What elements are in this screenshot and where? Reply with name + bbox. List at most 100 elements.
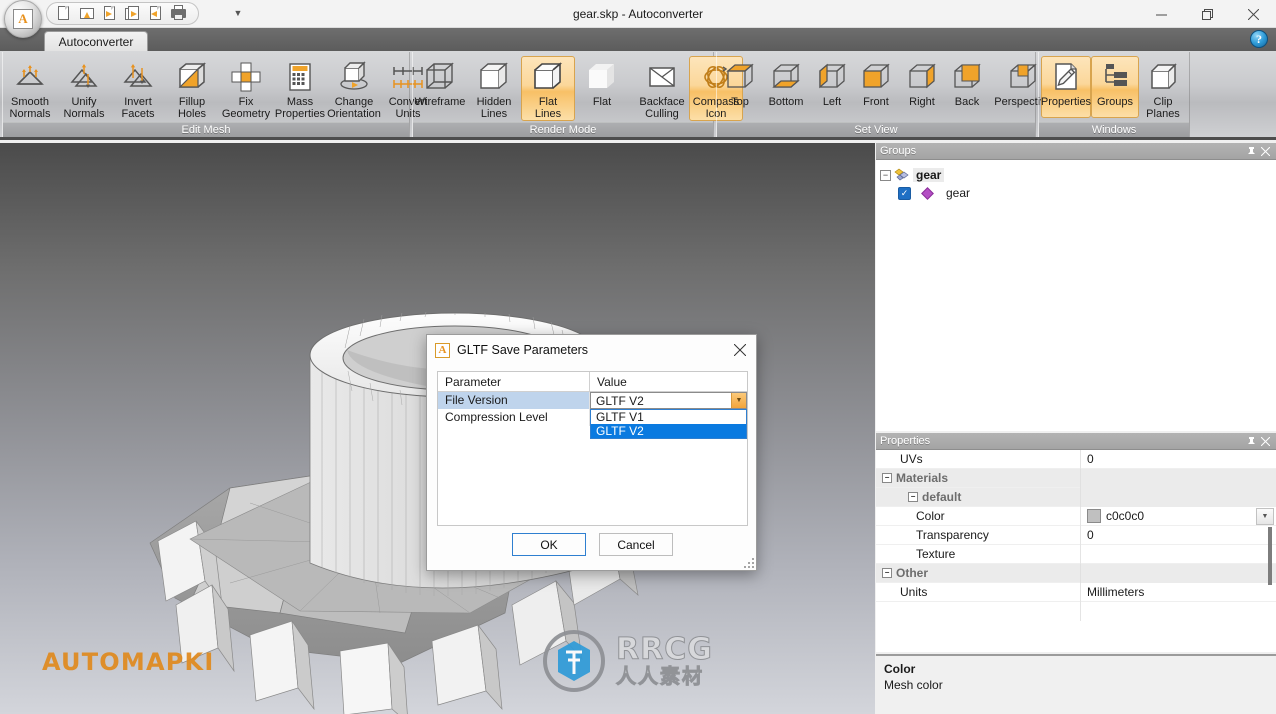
combobox-value: GLTF V2 xyxy=(596,393,644,408)
file-version-combobox[interactable]: GLTF V2 ▼ xyxy=(590,392,747,409)
button-view-front[interactable]: Front xyxy=(853,56,899,118)
button-view-back[interactable]: Back xyxy=(945,56,989,118)
button-invert-facets[interactable]: Invert Facets xyxy=(111,56,165,121)
button-wireframe[interactable]: Wireframe xyxy=(413,56,467,118)
tab-autoconverter[interactable]: Autoconverter xyxy=(44,31,148,51)
multi-document-icon[interactable] xyxy=(124,5,142,22)
button-clip-planes[interactable]: Clip Planes xyxy=(1139,56,1187,121)
printer-icon[interactable] xyxy=(170,5,188,22)
button-label: Fix Geometry xyxy=(221,96,271,120)
tree-node-child[interactable]: ✓ gear xyxy=(880,184,1272,202)
property-name: − default xyxy=(876,487,1081,507)
property-value-cell[interactable]: c0c0c0 ▼ xyxy=(1081,507,1276,526)
button-view-bottom[interactable]: Bottom xyxy=(761,56,811,118)
pin-icon[interactable] xyxy=(1244,144,1258,158)
tree-node-root[interactable]: − gear xyxy=(880,166,1272,184)
view-back-icon xyxy=(950,60,984,94)
properties-grid[interactable]: UVs 0 − Materials − default Color c0c0c0… xyxy=(876,449,1276,621)
invert-facets-icon xyxy=(121,60,155,94)
grid-row-file-version[interactable]: File Version GLTF V2 ▼ GLTF V1 GLTF V2 xyxy=(438,392,747,439)
checkbox-visible[interactable]: ✓ xyxy=(898,186,911,200)
application-menu-button[interactable]: A xyxy=(4,0,42,38)
property-row-units[interactable]: Units Millimeters xyxy=(876,582,1276,602)
right-dock: Groups − gear ✓ gear Properties UVs 0 − … xyxy=(876,143,1276,714)
collapse-icon[interactable]: − xyxy=(908,492,918,502)
maximize-button[interactable] xyxy=(1184,0,1230,28)
button-label: Backface Culling xyxy=(639,96,685,120)
ok-button[interactable]: OK xyxy=(512,533,586,556)
gltf-save-parameters-dialog[interactable]: A GLTF Save Parameters Parameter Value F… xyxy=(426,334,757,571)
button-unify-normals[interactable]: Unify Normals xyxy=(57,56,111,121)
collapse-icon[interactable]: − xyxy=(880,169,891,181)
button-mass-properties[interactable]: Mass Properties xyxy=(273,56,327,121)
parameters-grid[interactable]: Parameter Value File Version GLTF V2 ▼ G… xyxy=(437,371,748,526)
rrcg-logo-icon xyxy=(543,630,605,692)
pin-icon[interactable] xyxy=(1244,434,1258,448)
button-flat-lines[interactable]: Flat Lines xyxy=(521,56,575,121)
quick-access-toolbar xyxy=(46,2,199,25)
button-view-right[interactable]: Right xyxy=(899,56,945,118)
color-swatch[interactable] xyxy=(1087,509,1101,523)
minimize-button[interactable] xyxy=(1138,0,1184,28)
cancel-button[interactable]: Cancel xyxy=(599,533,673,556)
properties-scrollbar[interactable] xyxy=(1266,473,1274,613)
close-button[interactable] xyxy=(1230,0,1276,28)
button-groups-window[interactable]: Groups xyxy=(1091,56,1139,118)
close-icon[interactable] xyxy=(1258,144,1272,158)
resize-grip[interactable] xyxy=(744,558,754,568)
property-group-default[interactable]: − default xyxy=(876,487,1276,507)
groups-tree[interactable]: − gear ✓ gear xyxy=(876,160,1276,208)
ribbon-group-render-mode: Wireframe Hidden Lines Flat Lines Flat B… xyxy=(412,52,743,137)
ribbon-group-title: Windows xyxy=(1039,122,1189,137)
import-document-icon[interactable] xyxy=(147,5,165,22)
button-flat[interactable]: Flat xyxy=(575,56,629,118)
button-fix-geometry[interactable]: Fix Geometry xyxy=(219,56,273,121)
collapse-icon[interactable]: − xyxy=(882,568,892,578)
button-change-orientation[interactable]: Change Orientation xyxy=(327,56,381,121)
property-value xyxy=(1081,563,1276,583)
save-document-icon[interactable] xyxy=(101,5,119,22)
button-fillup-holes[interactable]: Fillup Holes xyxy=(165,56,219,121)
button-label: Clip Planes xyxy=(1146,96,1180,120)
chevron-down-icon[interactable]: ▼ xyxy=(731,393,746,408)
new-document-icon[interactable] xyxy=(55,5,73,22)
row-value-cell[interactable]: GLTF V2 ▼ GLTF V1 GLTF V2 xyxy=(590,392,747,439)
button-label: Invert Facets xyxy=(121,96,155,120)
button-backface-culling[interactable]: Backface Culling xyxy=(635,56,689,121)
button-view-left[interactable]: Left xyxy=(811,56,853,118)
property-row-transparency[interactable]: Transparency 0 xyxy=(876,525,1276,545)
property-group-other[interactable]: − Other xyxy=(876,563,1276,583)
property-row-texture[interactable]: Texture xyxy=(876,544,1276,564)
button-smooth-normals[interactable]: Smooth Normals xyxy=(3,56,57,121)
dropdown-option-gltf-v1[interactable]: GLTF V1 xyxy=(591,410,746,424)
qat-customize-button[interactable]: ▼ xyxy=(232,8,244,18)
flat-icon xyxy=(585,60,619,94)
button-label: Bottom xyxy=(768,96,804,108)
property-name: UVs xyxy=(876,449,1081,469)
wireframe-icon xyxy=(423,60,457,94)
button-label: Flat Lines xyxy=(534,96,562,120)
button-hidden-lines[interactable]: Hidden Lines xyxy=(467,56,521,121)
open-folder-icon[interactable] xyxy=(78,5,96,22)
dialog-buttons: OK Cancel xyxy=(427,533,758,556)
collapse-icon[interactable]: − xyxy=(882,473,892,483)
close-icon[interactable] xyxy=(1258,434,1272,448)
rrcg-label-cn: 人人素材 xyxy=(616,666,704,688)
property-value: 0 xyxy=(1087,452,1094,466)
button-view-top[interactable]: Top xyxy=(719,56,761,118)
dropdown-option-gltf-v2[interactable]: GLTF V2 xyxy=(591,424,746,438)
column-header-parameter: Parameter xyxy=(438,372,590,391)
rrcg-text: RRCG 人人素材 xyxy=(616,634,713,688)
scrollbar-thumb[interactable] xyxy=(1268,527,1272,585)
help-icon[interactable]: ? xyxy=(1250,30,1268,48)
dialog-close-button[interactable] xyxy=(728,338,752,362)
button-label: Right xyxy=(909,96,935,108)
file-version-dropdown-list[interactable]: GLTF V1 GLTF V2 xyxy=(590,409,747,439)
grid-header: Parameter Value xyxy=(438,372,747,392)
button-properties-window[interactable]: Properties xyxy=(1041,56,1091,118)
property-name: − Other xyxy=(876,563,1081,583)
property-group-materials[interactable]: − Materials xyxy=(876,468,1276,488)
property-name: Color xyxy=(876,506,1081,526)
property-row-color[interactable]: Color c0c0c0 ▼ xyxy=(876,506,1276,526)
property-row-uvs[interactable]: UVs 0 xyxy=(876,449,1276,469)
